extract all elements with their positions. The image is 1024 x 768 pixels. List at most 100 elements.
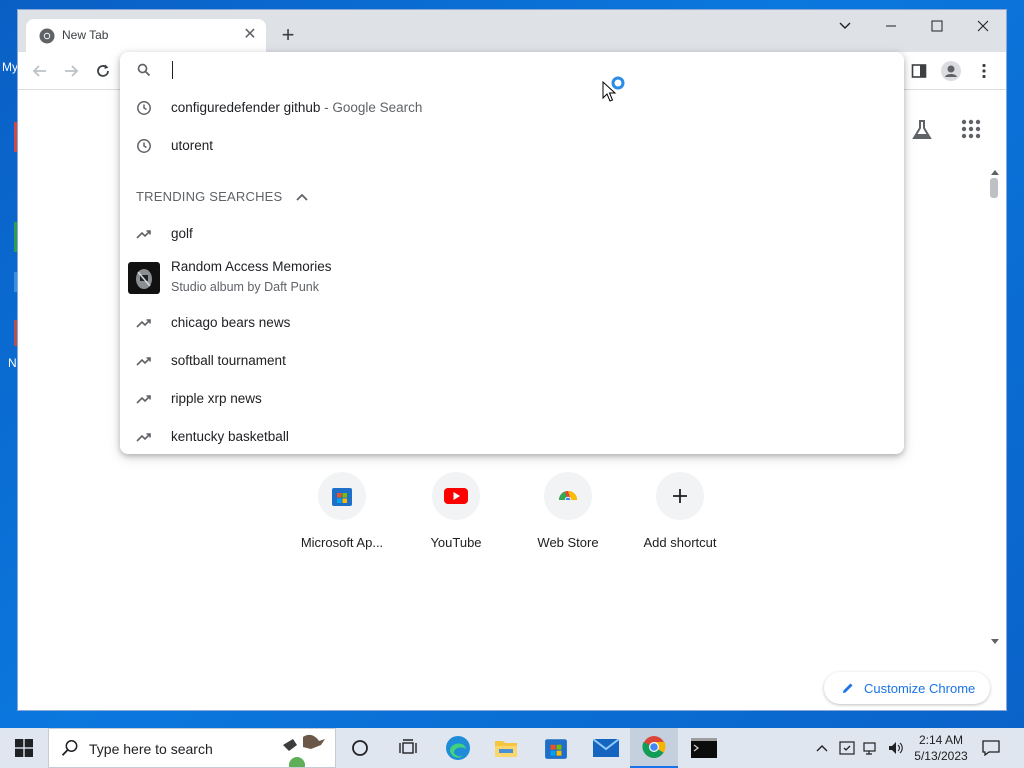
maximize-icon [931,20,943,32]
task-view-button[interactable] [384,728,432,768]
cortana-circle-icon [352,740,368,756]
tray-app-button[interactable] [836,728,858,768]
suggestion-query: chicago bears news [171,315,291,330]
omnibox-dropdown: configuredefender github - Google Search… [120,52,904,454]
suggestion-history-item[interactable]: configuredefender github - Google Search [120,89,904,127]
clock-date: 5/13/2023 [914,749,968,763]
edge-icon [446,736,470,760]
suggestion-trending-item[interactable]: golf [120,215,904,253]
notifications-button[interactable] [968,728,1014,768]
chrome-icon [642,736,666,758]
clock-time: 2:14 AM [918,733,964,747]
chrome-taskbar-button[interactable] [630,728,678,768]
security-tray-icon [839,741,855,755]
file-explorer-button[interactable] [482,728,530,768]
apps-grid-icon [961,119,981,139]
scroll-down-arrow-icon [991,639,999,644]
trending-searches-header[interactable]: TRENDING SEARCHES [136,189,308,204]
suggestion-trending-item[interactable]: chicago bears news [120,304,904,342]
cortana-button[interactable] [336,728,384,768]
shortcut-tile [318,472,366,520]
shortcut-youtube[interactable]: YouTube [400,472,512,550]
reload-icon [97,64,109,77]
back-button[interactable] [29,60,51,82]
suggestion-trending-item[interactable]: ripple xrp news [120,380,904,418]
trending-arrow-icon [136,319,151,328]
minimize-button[interactable] [868,10,914,42]
chevron-down-icon [839,22,851,29]
scroll-up-arrow-icon [991,170,999,175]
volume-button[interactable] [884,728,906,768]
address-bar-input[interactable] [120,52,904,88]
suggestion-query: ripple xrp news [171,391,262,406]
customize-chrome-button[interactable]: Customize Chrome [824,672,990,704]
new-tab-button[interactable]: + [276,24,300,48]
suggestion-trending-item[interactable]: kentucky basketball [120,418,904,456]
page-scrollbar[interactable] [984,90,1006,650]
text-caret [172,61,173,79]
profile-button[interactable] [940,60,962,82]
customize-chrome-label: Customize Chrome [864,681,976,696]
task-view-icon [399,739,417,754]
side-panel-button[interactable] [908,60,930,82]
close-window-button[interactable] [960,10,1006,42]
trending-arrow-icon [136,395,151,404]
shortcut-tile [656,472,704,520]
suggestion-query: softball tournament [171,353,286,368]
tab-title: New Tab [62,28,109,42]
suggestion-query: utorent [171,138,214,153]
chrome-window: New Tab ✕ + Microsoft Ap... YouTube Web … [18,10,1006,710]
microsoft-store-icon [545,739,567,759]
suggestion-trending-item[interactable]: softball tournament [120,342,904,380]
taskbar: Type here to search 2:14 AM 5/13/2023 [0,728,1024,768]
show-hidden-icons-button[interactable] [808,728,836,768]
history-clock-icon [137,101,151,115]
suggestion-history-item[interactable]: utorent [120,127,904,165]
suggestion-text: configuredefender github - Google Search [171,100,422,115]
menu-button[interactable] [973,60,995,82]
notification-icon [982,740,1000,756]
shortcut-label: Web Store [537,535,599,550]
busy-cursor-icon [602,76,625,102]
tab-search-button[interactable] [822,10,868,42]
desktop-icon-label[interactable]: My [2,60,18,74]
labs-button[interactable] [910,118,938,146]
terminal-taskbar-button[interactable] [680,728,728,768]
reload-button[interactable] [92,60,114,82]
flask-icon [912,120,932,139]
taskbar-clock[interactable]: 2:14 AM 5/13/2023 [906,732,976,764]
mail-taskbar-button[interactable] [582,728,630,768]
microsoft-store-taskbar-button[interactable] [532,728,580,768]
trending-arrow-icon [136,230,151,239]
suggestion-query: golf [171,226,193,241]
network-button[interactable] [860,728,882,768]
close-icon[interactable]: ✕ [240,25,260,45]
speaker-icon [889,742,903,754]
trending-arrow-icon [136,433,151,442]
suggestion-suffix: - Google Search [320,100,423,115]
forward-button[interactable] [60,60,82,82]
suggestion-query: Random Access Memories [171,259,332,274]
scroll-thumb[interactable] [990,178,998,198]
tab-new-tab[interactable]: New Tab ✕ [26,19,266,52]
minimize-icon [886,25,896,27]
maximize-button[interactable] [914,10,960,42]
suggestion-trending-item[interactable]: Random Access Memories Studio album by D… [120,253,904,303]
windows-logo-icon [15,739,33,757]
more-vertical-icon [982,63,986,79]
terminal-icon [691,738,717,758]
edge-taskbar-button[interactable] [434,728,482,768]
desktop-icon-label[interactable]: N [8,356,17,370]
shortcut-tile [432,472,480,520]
folder-icon [495,741,517,757]
shortcut-label: Microsoft Ap... [300,535,384,550]
add-shortcut-button[interactable]: Add shortcut [624,472,736,550]
shortcut-label: Add shortcut [643,535,717,550]
shortcut-microsoft-apps[interactable]: Microsoft Ap... [286,472,398,550]
album-thumbnail [128,262,160,294]
shortcut-web-store[interactable]: Web Store [512,472,624,550]
start-button[interactable] [0,728,48,768]
mail-icon [593,739,619,757]
suggestion-subtitle: Studio album by Daft Punk [171,280,319,294]
taskbar-search-box[interactable]: Type here to search [48,728,336,768]
